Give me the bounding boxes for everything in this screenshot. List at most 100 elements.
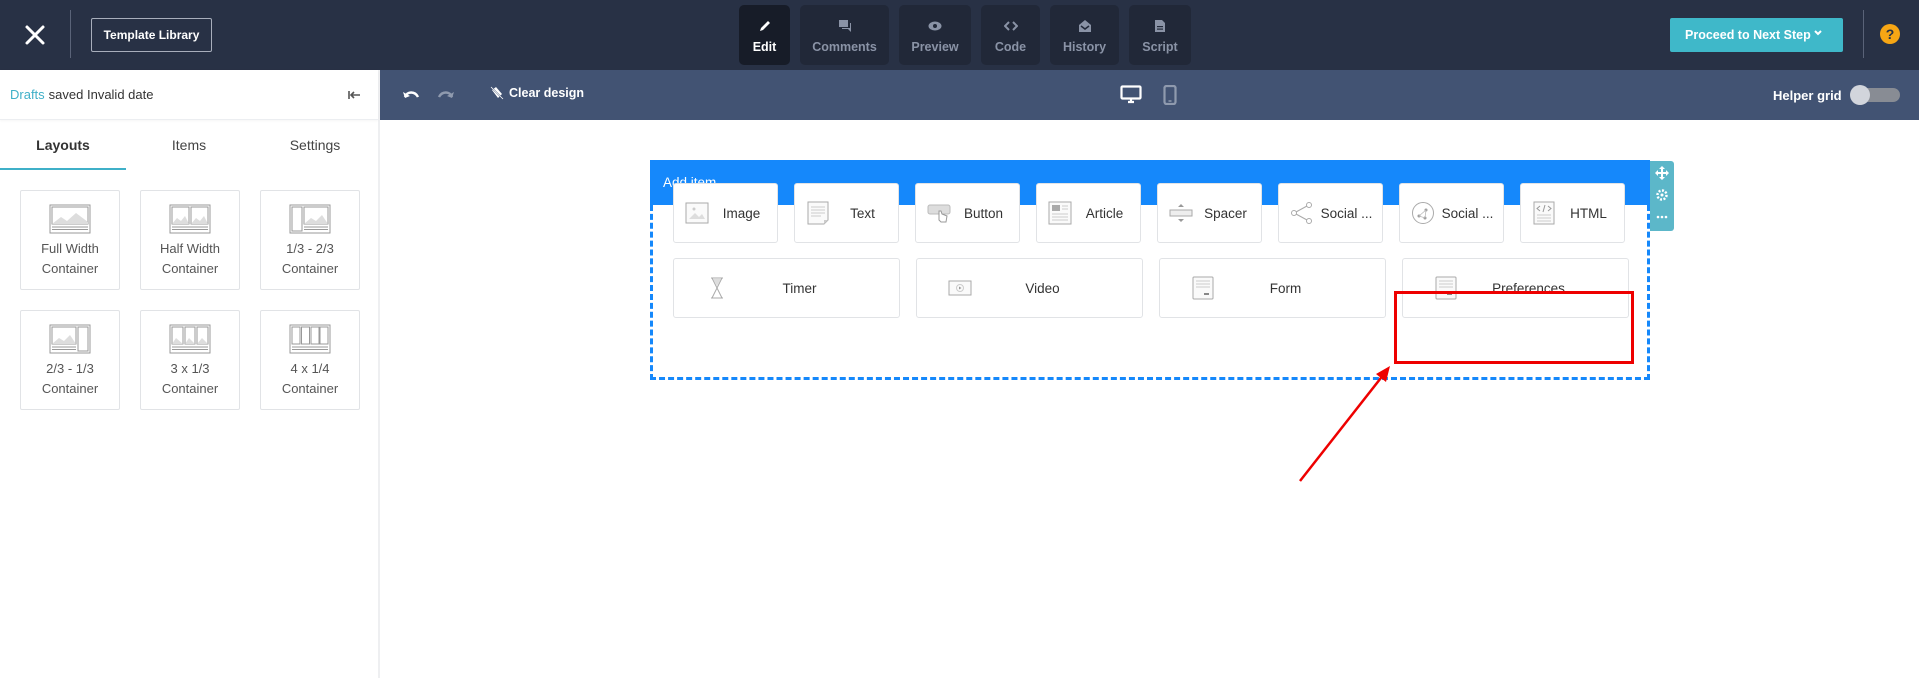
file-icon [1153,16,1167,36]
block-tools [1650,161,1674,231]
item-label: Article [1085,205,1124,221]
tab-comments[interactable]: Comments [800,5,889,65]
form-icon [1190,275,1216,301]
clear-design-button[interactable]: Clear design [490,86,584,100]
mode-tabs: Edit Comments Preview Code History Scrip… [739,5,1191,65]
preferences-icon [1433,275,1459,301]
layout-label: Container [281,261,339,276]
item-row: Image Text Button Article Spacer Social … [673,183,1625,243]
item-label: Text [850,205,875,221]
content-block: Add item Image Text Button Article Space… [650,160,1674,380]
help-icon[interactable]: ? [1880,24,1900,44]
tab-label: Script [1142,40,1178,54]
item-label: Timer [782,280,817,296]
layout-label: Container [41,381,99,396]
desktop-view-icon[interactable] [1120,85,1142,105]
draft-status: Drafts saved Invalid date [0,70,378,120]
item-html[interactable]: HTML [1520,183,1625,243]
tab-items[interactable]: Items [126,120,252,170]
layout-four-columns[interactable]: 4 x 1/4 Container [260,310,360,410]
layout-one-third-two-thirds[interactable]: 1/3 - 2/3 Container [260,190,360,290]
helper-grid-toggle[interactable] [1850,85,1900,105]
layout-half-width[interactable]: Half Width Container [140,190,240,290]
item-label: Video [1025,280,1060,296]
item-text[interactable]: Text [794,183,899,243]
layout-two-thirds-one-third[interactable]: 2/3 - 1/3 Container [20,310,120,410]
item-label: HTML [1570,205,1607,221]
more-icon[interactable] [1655,210,1669,224]
envelope-open-icon [1078,16,1092,36]
item-form[interactable]: Form [1159,258,1386,318]
article-icon [1047,200,1073,226]
item-label: Image [722,205,761,221]
undo-icon[interactable] [402,86,420,104]
item-label: Form [1269,280,1302,296]
layout-label: Container [161,261,219,276]
share-icon [1289,200,1315,226]
tab-settings[interactable]: Settings [252,120,378,170]
toggle-knob [1850,85,1870,105]
tab-edit[interactable]: Edit [739,5,790,65]
code-icon [1003,16,1018,36]
item-label: Social ... [1320,205,1373,221]
tab-preview[interactable]: Preview [899,5,971,65]
two-thirds-one-third-layout-icon [49,324,91,354]
collapse-sidebar-icon[interactable] [346,87,362,103]
full-width-layout-icon [49,204,91,234]
drafts-link[interactable]: Drafts [10,87,45,102]
eraser-icon [490,86,504,100]
html-icon [1531,200,1557,226]
item-social-share[interactable]: Social ... [1278,183,1383,243]
layout-label: 1/3 - 2/3 [286,241,334,256]
item-button[interactable]: Button [915,183,1020,243]
four-columns-layout-icon [289,324,331,354]
layout-label: Half Width [160,241,220,256]
tab-script[interactable]: Script [1129,5,1191,65]
tab-layouts[interactable]: Layouts [0,120,126,170]
sidebar-tabs: Layouts Items Settings [0,120,378,170]
template-library-button[interactable]: Template Library [91,18,212,52]
item-timer[interactable]: Timer [673,258,900,318]
item-video[interactable]: Video [916,258,1143,318]
layout-full-width[interactable]: Full Width Container [20,190,120,290]
layout-three-columns[interactable]: 3 x 1/3 Container [140,310,240,410]
item-label: Button [963,205,1004,221]
divider [1863,10,1864,58]
item-preferences[interactable]: Preferences [1402,258,1629,318]
tab-label: Edit [752,40,777,54]
item-image[interactable]: Image [673,183,778,243]
hourglass-icon [704,275,730,301]
move-icon[interactable] [1655,166,1669,180]
layout-grid: Full Width Container Half Width Container … [0,170,378,410]
proceed-label: Proceed to Next Step [1685,28,1811,42]
tab-label: Code [994,40,1027,54]
gear-icon[interactable] [1655,188,1669,202]
text-icon [805,200,831,226]
layout-label: Container [161,381,219,396]
tab-label: Preview [911,40,959,54]
layout-label: Full Width [41,241,99,256]
helper-grid-label: Helper grid [1773,88,1842,103]
item-spacer[interactable]: Spacer [1157,183,1262,243]
eye-icon [928,16,942,36]
layout-label: Container [41,261,99,276]
chevron-down-icon[interactable] [1813,28,1823,38]
tab-code[interactable]: Code [981,5,1040,65]
layout-label: Container [281,381,339,396]
item-article[interactable]: Article [1036,183,1141,243]
item-social-follow[interactable]: Social ... [1399,183,1504,243]
sidebar: Drafts saved Invalid date Layouts Items … [0,70,380,678]
proceed-next-step-button[interactable]: Proceed to Next Step [1670,18,1843,52]
layout-label: 2/3 - 1/3 [46,361,94,376]
item-label: Social ... [1441,205,1494,221]
layout-label: 3 x 1/3 [170,361,210,376]
mobile-view-icon[interactable] [1163,85,1177,105]
item-label: Spacer [1204,205,1247,221]
close-icon[interactable] [20,20,50,50]
tab-history[interactable]: History [1050,5,1119,65]
redo-icon[interactable] [437,86,455,104]
draft-status-text: saved Invalid date [48,87,154,102]
clear-design-label: Clear design [509,86,585,100]
divider [70,10,71,58]
comments-icon [838,16,852,36]
